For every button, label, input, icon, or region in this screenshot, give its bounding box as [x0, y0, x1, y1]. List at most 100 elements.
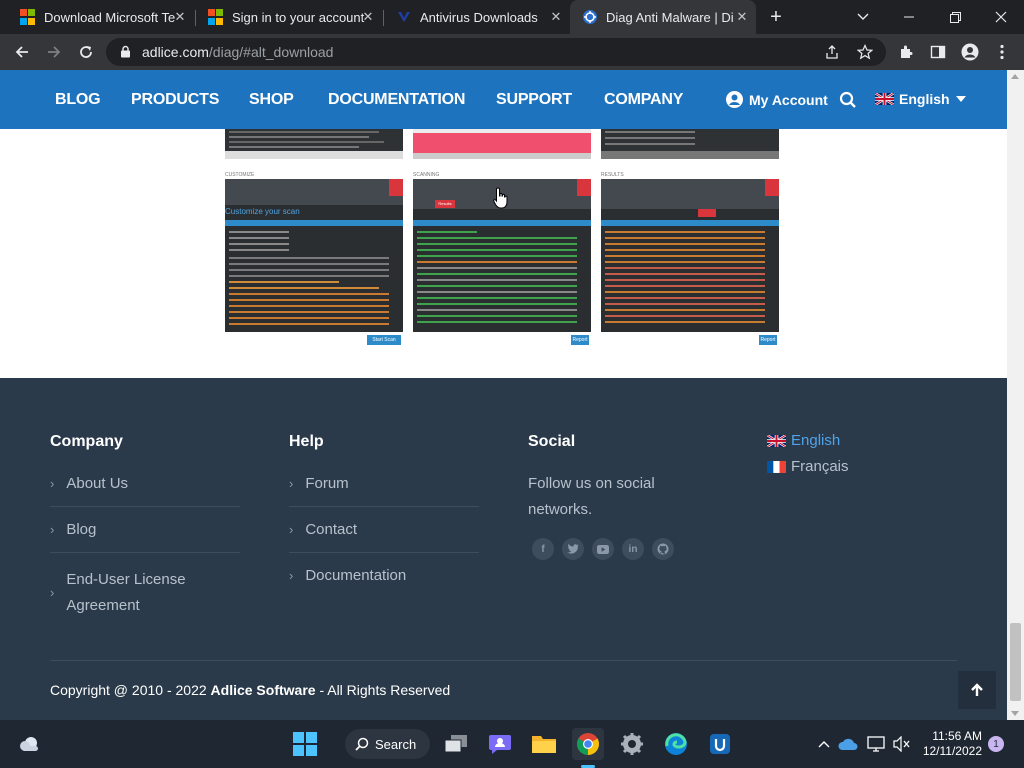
screenshot-thumbnail[interactable]: [225, 129, 403, 159]
onedrive-icon[interactable]: [836, 728, 860, 760]
footer-link-documentation[interactable]: › Documentation: [289, 567, 406, 584]
nav-shop[interactable]: SHOP: [249, 91, 294, 109]
extensions-icon[interactable]: [894, 40, 918, 64]
settings-icon[interactable]: [616, 728, 648, 760]
browser-toolbar: adlice.com/diag/#alt_download: [0, 34, 1024, 70]
facebook-icon[interactable]: f: [532, 538, 554, 560]
profile-icon[interactable]: [958, 40, 982, 64]
footer-link-about-us[interactable]: › About Us: [50, 475, 128, 492]
tab-search-icon[interactable]: [840, 0, 886, 34]
chevron-right-icon: ›: [289, 522, 294, 537]
nav-support[interactable]: SUPPORT: [496, 91, 572, 109]
footer-link-blog[interactable]: › Blog: [50, 521, 96, 538]
language-selector[interactable]: English: [875, 91, 966, 107]
youtube-icon[interactable]: [592, 538, 614, 560]
notification-badge[interactable]: 1: [988, 736, 1004, 752]
github-icon[interactable]: [652, 538, 674, 560]
side-panel-icon[interactable]: [926, 40, 950, 64]
tab-diag-anti-malware[interactable]: Diag Anti Malware | Di ✕: [570, 0, 756, 34]
task-view-icon[interactable]: [440, 728, 472, 760]
bookmark-star-icon[interactable]: [857, 44, 873, 60]
new-tab-button[interactable]: +: [758, 0, 794, 34]
menu-kebab-icon[interactable]: [990, 40, 1014, 64]
hand-cursor-icon: [493, 187, 509, 209]
adlice-app-icon[interactable]: [704, 728, 736, 760]
chat-icon[interactable]: [484, 728, 516, 760]
restore-icon[interactable]: [932, 0, 978, 34]
weather-icon[interactable]: [14, 728, 46, 760]
lock-icon[interactable]: [120, 45, 131, 58]
microsoft-icon: [208, 9, 224, 25]
screenshot-results[interactable]: Report: [601, 179, 779, 348]
taskbar-search[interactable]: Search: [345, 729, 430, 759]
footer-heading-company: Company: [50, 433, 123, 450]
screenshot-caption: SCANNING: [413, 172, 440, 178]
my-account-link[interactable]: My Account: [726, 91, 828, 108]
close-icon[interactable]: ✕: [360, 9, 376, 25]
volume-muted-icon[interactable]: [890, 728, 914, 760]
tab-antivirus-downloads[interactable]: Antivirus Downloads ✕: [384, 0, 570, 34]
clock-time: 11:56 AM: [932, 729, 982, 743]
screenshot-gallery: CUSTOMIZE SCANNING RESULTS Customize you…: [0, 129, 1007, 378]
url-text[interactable]: adlice.com/diag/#alt_download: [142, 44, 333, 60]
my-account-label: My Account: [749, 91, 828, 108]
close-icon[interactable]: ✕: [172, 9, 188, 25]
linkedin-icon[interactable]: in: [622, 538, 644, 560]
tab-download-microsoft[interactable]: Download Microsoft Te ✕: [8, 0, 194, 34]
share-icon[interactable]: [824, 44, 840, 60]
close-window-icon[interactable]: [978, 0, 1024, 34]
screenshot-thumbnail[interactable]: [413, 129, 591, 159]
reload-button[interactable]: [74, 40, 98, 64]
chevron-right-icon: ›: [50, 522, 55, 537]
footer-link-eula[interactable]: › End-User License Agreement: [50, 567, 230, 619]
footer-heading-help: Help: [289, 433, 324, 450]
antivirus-icon: [396, 9, 412, 25]
site-footer: Company › About Us › Blog › End-User Licens…: [0, 378, 1007, 720]
taskbar-clock[interactable]: 11:56 AM 12/11/2022: [920, 729, 982, 759]
address-bar[interactable]: adlice.com/diag/#alt_download: [106, 38, 886, 66]
scrollbar-thumb[interactable]: [1010, 623, 1021, 701]
display-icon[interactable]: [864, 728, 888, 760]
social-text: Follow us on social networks.: [528, 475, 655, 518]
france-flag-icon: [767, 460, 786, 473]
chrome-icon[interactable]: [572, 728, 604, 760]
back-button[interactable]: [10, 40, 34, 64]
results-tab: Results: [435, 200, 455, 208]
minimize-icon[interactable]: [886, 0, 932, 34]
close-icon[interactable]: ✕: [734, 9, 750, 25]
footer-language-french[interactable]: Français: [767, 458, 849, 475]
arrow-up-icon: [971, 683, 983, 696]
footer-heading-social: Social: [528, 433, 576, 450]
url-path: /diag/#alt_download: [208, 44, 334, 60]
page-scrollbar[interactable]: [1007, 70, 1024, 720]
nav-products[interactable]: PRODUCTS: [131, 91, 219, 109]
twitter-icon[interactable]: [562, 538, 584, 560]
search-icon[interactable]: [839, 91, 857, 109]
taskbar-search-label: Search: [375, 736, 417, 752]
footer-language-english[interactable]: English: [767, 432, 840, 449]
close-icon[interactable]: ✕: [548, 9, 564, 25]
uk-flag-icon: [767, 434, 786, 447]
forward-button[interactable]: [42, 40, 66, 64]
chevron-right-icon: ›: [289, 476, 294, 491]
chevron-right-icon: ›: [50, 476, 55, 491]
start-scan-button: Start Scan: [367, 335, 401, 345]
browser-tab-strip: Download Microsoft Te ✕ Sign in to your …: [0, 0, 1024, 34]
user-circle-icon: [726, 91, 743, 108]
footer-link-forum[interactable]: › Forum: [289, 475, 349, 492]
nav-blog[interactable]: BLOG: [55, 91, 101, 109]
chevron-up-icon[interactable]: [812, 728, 836, 760]
screenshot-thumbnail[interactable]: [601, 129, 779, 159]
nav-company[interactable]: COMPANY: [604, 91, 683, 109]
windows-start-icon[interactable]: [289, 728, 321, 760]
tab-sign-in[interactable]: Sign in to your account ✕: [196, 0, 382, 34]
edge-icon[interactable]: [660, 728, 692, 760]
footer-link-contact[interactable]: › Contact: [289, 521, 357, 538]
chevron-right-icon: ›: [50, 585, 55, 600]
screenshot-customize[interactable]: Customize your scan Start Scan: [225, 179, 403, 348]
screenshot-caption: CUSTOMIZE: [225, 172, 255, 178]
file-explorer-icon[interactable]: [528, 728, 560, 760]
chevron-right-icon: ›: [289, 568, 294, 583]
back-to-top-button[interactable]: [958, 671, 996, 709]
nav-documentation[interactable]: DOCUMENTATION: [328, 91, 465, 109]
